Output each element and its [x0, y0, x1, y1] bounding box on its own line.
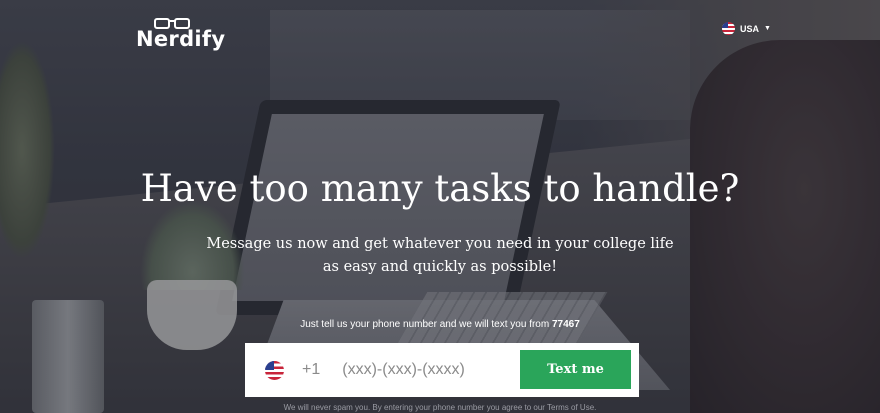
- page-headline: Have too many tasks to handle?: [140, 167, 740, 210]
- phone-input[interactable]: [342, 355, 503, 385]
- caret-down-icon: ▼: [764, 25, 771, 32]
- country-selector[interactable]: USA ▼: [722, 22, 771, 35]
- us-flag-icon: [722, 22, 735, 35]
- phone-hint: Just tell us your phone number and we wi…: [0, 319, 880, 330]
- text-me-button[interactable]: Text me: [520, 350, 631, 389]
- phone-form: +1 Text me: [245, 343, 639, 397]
- logo[interactable]: Nerdify: [136, 18, 225, 51]
- subheadline-line-1: Message us now and get whatever you need…: [206, 236, 674, 252]
- phone-hint-text: Just tell us your phone number and we wi…: [300, 319, 550, 330]
- logo-text: Nerdify: [136, 27, 226, 51]
- country-label: USA: [740, 23, 760, 34]
- us-flag-icon: [265, 360, 284, 380]
- glasses-icon: [154, 18, 190, 29]
- disclaimer: We will never spam you. By entering your…: [283, 403, 597, 412]
- page-subheadline: Message us now and get whatever you need…: [0, 233, 880, 279]
- subheadline-line-2: as easy and quickly as possible!: [322, 259, 558, 275]
- country-code: +1: [302, 361, 321, 378]
- short-code: 77467: [551, 319, 580, 330]
